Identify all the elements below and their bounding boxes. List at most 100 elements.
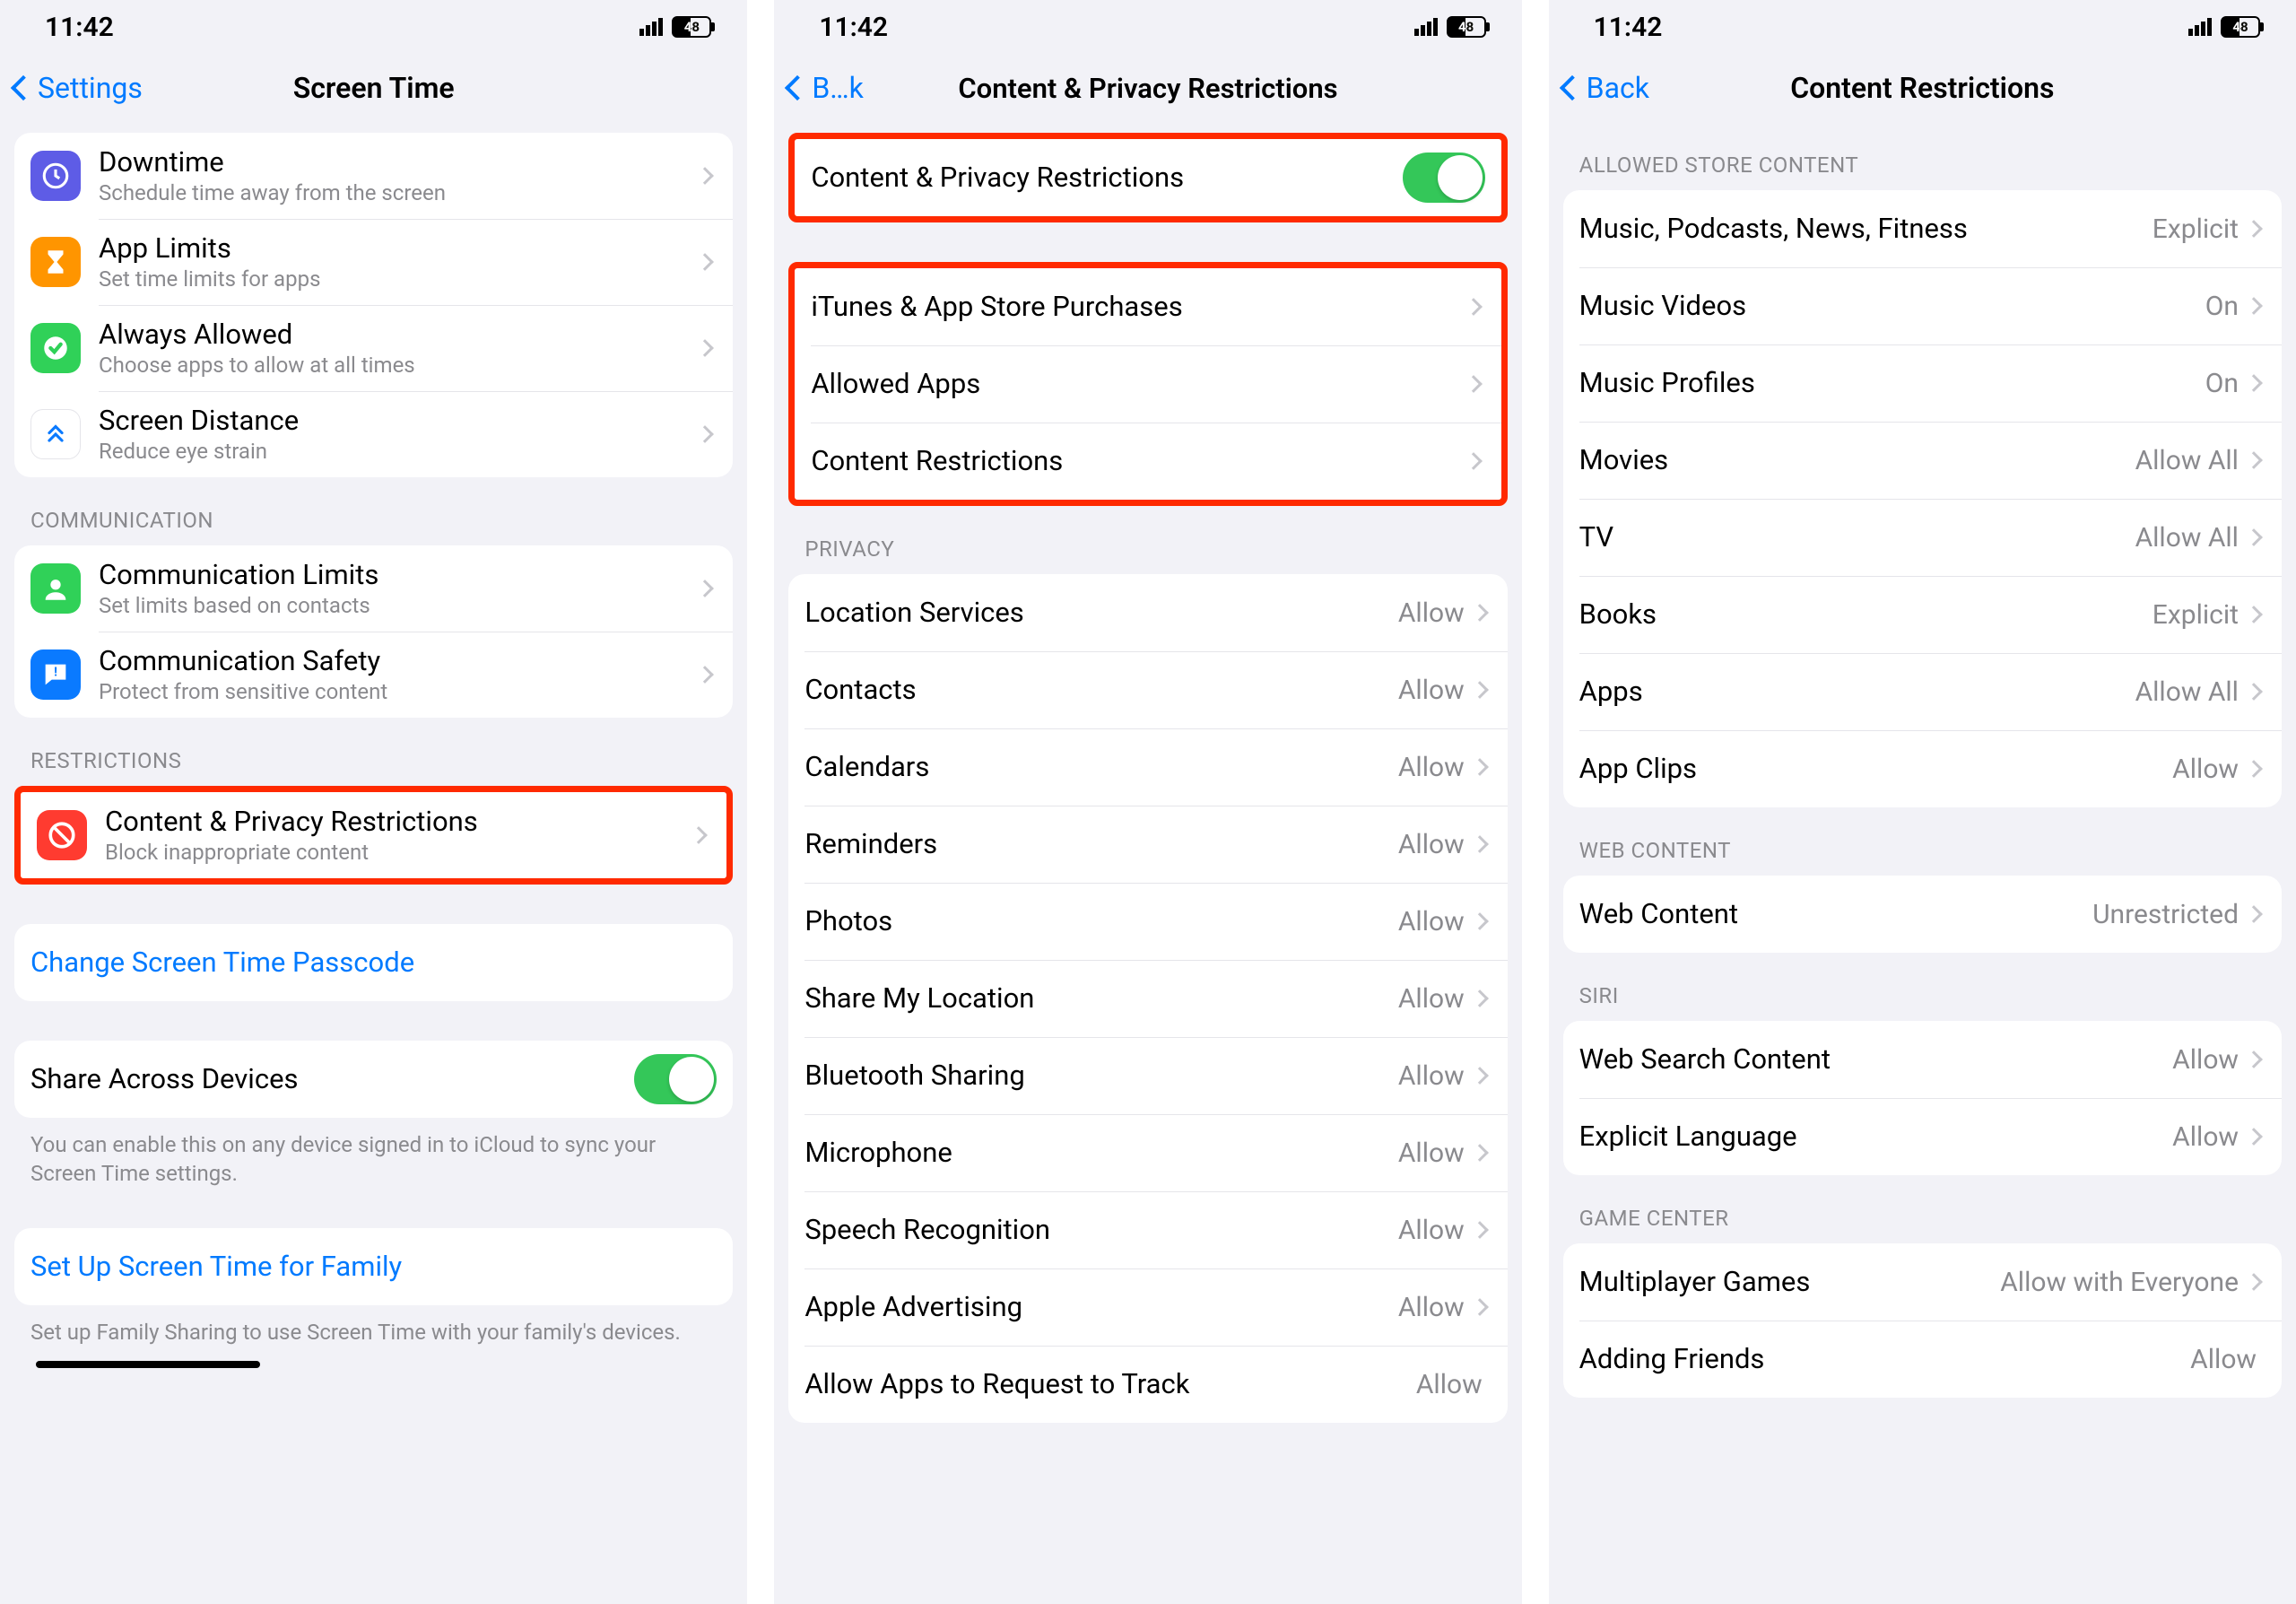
page-title: Content Restrictions xyxy=(1549,71,2296,105)
settings-row[interactable]: Share Across Devices xyxy=(14,1041,733,1118)
settings-row[interactable]: Screen DistanceReduce eye strain xyxy=(14,391,733,477)
back-label: Back xyxy=(1587,71,1649,105)
nav-bar: B…kContent & Privacy Restrictions xyxy=(774,54,1521,122)
group-footer: Set up Family Sharing to use Screen Time… xyxy=(0,1305,747,1376)
settings-row[interactable]: RemindersAllow xyxy=(788,806,1507,883)
row-title: Share My Location xyxy=(804,981,1398,1015)
settings-row[interactable]: Speech RecognitionAllow xyxy=(788,1191,1507,1268)
settings-row[interactable]: Set Up Screen Time for Family xyxy=(14,1228,733,1305)
settings-group: DowntimeSchedule time away from the scre… xyxy=(14,133,733,477)
chevron-right-icon xyxy=(1471,604,1489,622)
settings-row[interactable]: Adding FriendsAllow xyxy=(1563,1321,2282,1398)
settings-row[interactable]: Music VideosOn xyxy=(1563,267,2282,344)
settings-row[interactable]: Always AllowedChoose apps to allow at al… xyxy=(14,305,733,391)
settings-row[interactable]: Location ServicesAllow xyxy=(788,574,1507,651)
row-main: Always AllowedChoose apps to allow at al… xyxy=(99,318,699,379)
chevron-right-icon xyxy=(696,425,714,443)
row-value: Allow xyxy=(1398,597,1465,629)
row-title: Set Up Screen Time for Family xyxy=(30,1250,717,1283)
content: ALLOWED STORE CONTENTMusic, Podcasts, Ne… xyxy=(1549,122,2296,1604)
chevron-right-icon xyxy=(1471,758,1489,776)
page-title: Content & Privacy Restrictions xyxy=(774,72,1521,105)
row-title: Movies xyxy=(1579,443,2135,476)
settings-row[interactable]: Content & Privacy RestrictionsBlock inap… xyxy=(21,792,726,878)
chevron-right-icon xyxy=(2245,297,2263,315)
row-main: Communication SafetyProtect from sensiti… xyxy=(99,644,699,705)
settings-group: Multiplayer GamesAllow with EveryoneAddi… xyxy=(1563,1243,2282,1398)
distance-icon xyxy=(30,409,81,459)
row-title: App Clips xyxy=(1579,752,2173,785)
chevron-left-icon xyxy=(1560,75,1585,100)
chevron-right-icon xyxy=(690,826,708,844)
toggle-switch[interactable] xyxy=(1403,153,1485,203)
chevron-right-icon xyxy=(2245,451,2263,469)
hourglass-icon xyxy=(30,237,81,287)
chevron-right-icon xyxy=(1471,1144,1489,1162)
settings-row[interactable]: Music ProfilesOn xyxy=(1563,344,2282,422)
settings-row[interactable]: App ClipsAllow xyxy=(1563,730,2282,807)
settings-row[interactable]: Allowed Apps xyxy=(795,345,1500,423)
settings-row[interactable]: Web ContentUnrestricted xyxy=(1563,876,2282,953)
nav-bar: BackContent Restrictions xyxy=(1549,54,2296,122)
settings-row[interactable]: MoviesAllow All xyxy=(1563,422,2282,499)
settings-row[interactable]: Bluetooth SharingAllow xyxy=(788,1037,1507,1114)
group-header: COMMUNICATION xyxy=(0,477,747,545)
settings-row[interactable]: ContactsAllow xyxy=(788,651,1507,728)
row-value: Allow xyxy=(1398,1215,1465,1246)
back-button[interactable]: Settings xyxy=(14,71,143,105)
settings-group: Change Screen Time Passcode xyxy=(14,924,733,1001)
settings-row[interactable]: Allow Apps to Request to TrackAllow xyxy=(788,1346,1507,1423)
settings-row[interactable]: Web Search ContentAllow xyxy=(1563,1021,2282,1098)
settings-row[interactable]: TVAllow All xyxy=(1563,499,2282,576)
row-title: Apple Advertising xyxy=(804,1290,1398,1323)
status-right: 48 xyxy=(1414,16,1490,38)
row-value: Allow xyxy=(1398,983,1465,1015)
row-main: Allowed Apps xyxy=(811,367,1466,400)
chevron-right-icon xyxy=(2245,220,2263,238)
toggle-switch[interactable] xyxy=(634,1054,717,1104)
chevron-right-icon xyxy=(2245,1273,2263,1291)
svg-text:!: ! xyxy=(54,665,57,679)
signal-icon xyxy=(1414,18,1438,36)
settings-row[interactable]: Content & Privacy Restrictions xyxy=(795,139,1500,216)
settings-row[interactable]: Music, Podcasts, News, FitnessExplicit xyxy=(1563,190,2282,267)
row-main: Web Content xyxy=(1579,897,2092,930)
back-button[interactable]: Back xyxy=(1563,71,1649,105)
settings-row[interactable]: CalendarsAllow xyxy=(788,728,1507,806)
settings-row[interactable]: App LimitsSet time limits for apps xyxy=(14,219,733,305)
chevron-right-icon xyxy=(696,253,714,271)
contacts-icon xyxy=(30,563,81,614)
settings-row[interactable]: Explicit LanguageAllow xyxy=(1563,1098,2282,1175)
settings-row[interactable]: ! Communication SafetyProtect from sensit… xyxy=(14,632,733,718)
settings-row[interactable]: Multiplayer GamesAllow with Everyone xyxy=(1563,1243,2282,1321)
row-title: Music Videos xyxy=(1579,289,2205,322)
row-value: Allow with Everyone xyxy=(2000,1267,2239,1298)
settings-row[interactable]: Apple AdvertisingAllow xyxy=(788,1268,1507,1346)
settings-row[interactable]: iTunes & App Store Purchases xyxy=(795,268,1500,345)
row-value: Allow xyxy=(1398,906,1465,937)
back-button[interactable]: B…k xyxy=(788,71,864,105)
status-bar: 11:4248 xyxy=(774,0,1521,54)
row-value: Allow xyxy=(2172,1044,2239,1076)
settings-row[interactable]: Share My LocationAllow xyxy=(788,960,1507,1037)
settings-row[interactable]: AppsAllow All xyxy=(1563,653,2282,730)
settings-row[interactable]: Change Screen Time Passcode xyxy=(14,924,733,1001)
settings-row[interactable]: BooksExplicit xyxy=(1563,576,2282,653)
row-main: Location Services xyxy=(804,596,1398,629)
chevron-right-icon xyxy=(1465,298,1483,316)
check-icon xyxy=(30,323,81,373)
settings-row[interactable]: Content Restrictions xyxy=(795,423,1500,500)
row-title: Microphone xyxy=(804,1136,1398,1169)
chevron-right-icon xyxy=(1471,835,1489,853)
settings-row[interactable]: Communication LimitsSet limits based on … xyxy=(14,545,733,632)
chevron-right-icon xyxy=(696,666,714,684)
row-value: On xyxy=(2205,368,2239,399)
settings-row[interactable]: PhotosAllow xyxy=(788,883,1507,960)
row-value: Allow xyxy=(1416,1369,1483,1400)
row-value: Allow All xyxy=(2135,676,2239,708)
settings-group: Web ContentUnrestricted xyxy=(1563,876,2282,953)
row-main: Movies xyxy=(1579,443,2135,476)
row-main: Explicit Language xyxy=(1579,1120,2173,1153)
settings-row[interactable]: MicrophoneAllow xyxy=(788,1114,1507,1191)
settings-row[interactable]: DowntimeSchedule time away from the scre… xyxy=(14,133,733,219)
